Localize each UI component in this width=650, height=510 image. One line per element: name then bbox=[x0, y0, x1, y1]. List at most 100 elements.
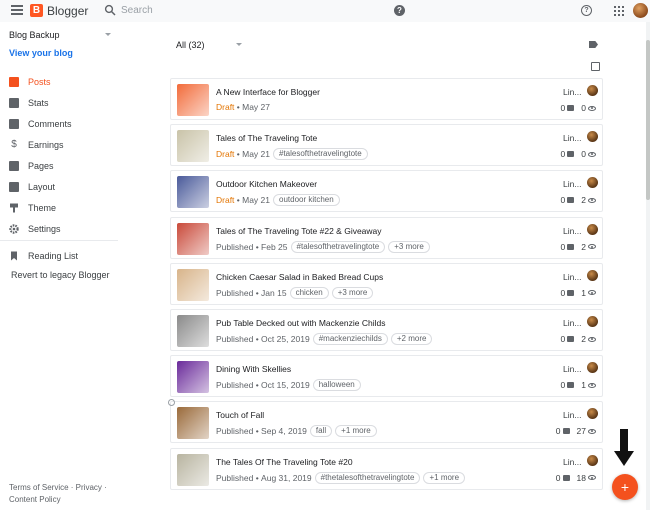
author-avatar bbox=[587, 131, 598, 143]
post-title[interactable]: Pub Table Decked out with Mackenzie Chil… bbox=[216, 318, 385, 328]
post-label-chip[interactable]: #mackenziechilds bbox=[312, 333, 388, 345]
label-icon[interactable] bbox=[589, 41, 598, 48]
sidebar-item-posts[interactable]: Posts bbox=[9, 75, 51, 89]
sidebar-item-reading-list[interactable]: Reading List bbox=[9, 249, 78, 263]
post-label-chip[interactable]: #talesofthetravelingtote bbox=[273, 148, 368, 161]
post-label-chip[interactable]: +1 more bbox=[335, 425, 377, 438]
stats-icon bbox=[9, 98, 19, 108]
post-title[interactable]: Tales of The Traveling Tote #22 & Giveaw… bbox=[216, 226, 382, 236]
post-thumbnail bbox=[177, 268, 209, 301]
sidebar-item-layout[interactable]: Layout bbox=[9, 180, 55, 194]
blog-selector[interactable]: Blog Backup bbox=[9, 30, 60, 40]
sidebar-item-label: Theme bbox=[28, 203, 57, 213]
comment-icon bbox=[567, 151, 575, 158]
post-author: Lin... bbox=[563, 364, 582, 375]
post-row[interactable]: Touch of Fall Published • Sep 4, 2019 fa… bbox=[170, 401, 603, 444]
post-status: Published bbox=[216, 287, 254, 298]
post-thumbnail bbox=[177, 176, 209, 209]
dollar-icon: $ bbox=[11, 139, 17, 150]
footer-links[interactable]: Terms of Service · Privacy · Content Pol… bbox=[9, 482, 121, 506]
post-author: Lin... bbox=[563, 179, 582, 190]
sidebar-item-theme[interactable]: Theme bbox=[9, 201, 56, 215]
sidebar-item-earnings[interactable]: $ Earnings bbox=[9, 138, 63, 152]
comment-icon bbox=[567, 197, 575, 204]
sidebar-item-label: Layout bbox=[28, 182, 56, 192]
post-row[interactable]: Pub Table Decked out with Mackenzie Chil… bbox=[170, 309, 603, 351]
post-date: May 21 bbox=[242, 195, 270, 206]
post-row[interactable]: Tales of The Traveling Tote #22 & Giveaw… bbox=[170, 216, 603, 259]
help-icon[interactable]: ? bbox=[394, 5, 405, 16]
account-avatar[interactable] bbox=[633, 3, 648, 18]
post-label-chip[interactable]: chicken bbox=[289, 286, 329, 299]
post-row[interactable]: Tales of The Traveling Tote Draft • May … bbox=[170, 124, 603, 167]
post-label-chip[interactable]: fall bbox=[309, 425, 333, 438]
post-meta: Published • Aug 31, 2019 #thetalesofthet… bbox=[216, 471, 466, 484]
sidebar-item-settings[interactable]: Settings bbox=[9, 222, 61, 236]
post-meta: Published • Feb 25 #talesofthetravelingt… bbox=[216, 240, 430, 253]
menu-icon[interactable] bbox=[11, 5, 23, 17]
comment-count: 0 bbox=[560, 287, 566, 298]
post-filter-dropdown[interactable]: All (32) bbox=[176, 40, 205, 50]
post-row[interactable]: Chicken Caesar Salad in Baked Bread Cups… bbox=[170, 262, 603, 305]
post-title[interactable]: The Tales Of The Traveling Tote #20 bbox=[216, 457, 353, 467]
post-title[interactable]: Dining With Skellies bbox=[216, 364, 291, 374]
sidebar-item-label: Reading List bbox=[28, 251, 79, 261]
gear-icon bbox=[9, 224, 19, 234]
view-blog-link[interactable]: View your blog bbox=[9, 48, 73, 58]
comment-count: 0 bbox=[555, 472, 561, 483]
eye-icon bbox=[588, 197, 596, 203]
comment-icon bbox=[567, 243, 575, 250]
meta-separator: • bbox=[253, 380, 262, 391]
post-meta: Published • Oct 15, 2019 halloween bbox=[216, 379, 361, 392]
post-date: Sep 4, 2019 bbox=[261, 426, 307, 437]
view-count: 0 bbox=[581, 103, 586, 113]
post-stats: 0 2 bbox=[561, 242, 596, 252]
author-avatar bbox=[587, 223, 598, 235]
sidebar-item-comments[interactable]: Comments bbox=[9, 117, 72, 131]
post-stats: 0 0 bbox=[561, 149, 596, 159]
sidebar-item-pages[interactable]: Pages bbox=[9, 159, 54, 173]
post-label-chip[interactable]: #thetalesofthetravelingtote bbox=[314, 471, 421, 484]
meta-separator: • bbox=[253, 287, 262, 298]
revert-legacy-link[interactable]: Revert to legacy Blogger bbox=[11, 270, 110, 280]
post-label-chip[interactable]: outdoor kitchen bbox=[273, 194, 340, 207]
comment-count: 0 bbox=[560, 334, 566, 344]
post-row[interactable]: A New Interface for Blogger Draft • May … bbox=[170, 78, 603, 120]
sidebar-item-stats[interactable]: Stats bbox=[9, 96, 49, 110]
post-status: Published bbox=[216, 241, 254, 252]
search-input[interactable]: Search bbox=[121, 5, 153, 16]
layout-icon bbox=[9, 182, 19, 192]
post-label-chip[interactable]: +3 more bbox=[331, 286, 374, 299]
post-status: Published bbox=[216, 426, 254, 437]
chevron-down-icon[interactable] bbox=[105, 33, 111, 36]
post-title[interactable]: Touch of Fall bbox=[216, 410, 264, 420]
post-title[interactable]: Chicken Caesar Salad in Baked Bread Cups bbox=[216, 272, 383, 282]
apps-grid-icon[interactable] bbox=[614, 6, 624, 16]
view-count: 2 bbox=[581, 195, 586, 206]
chevron-down-icon[interactable] bbox=[236, 43, 242, 46]
post-row[interactable]: Dining With Skellies Published • Oct 15,… bbox=[170, 355, 603, 398]
scrollbar-thumb[interactable] bbox=[646, 40, 650, 200]
author-avatar bbox=[587, 316, 598, 327]
post-title[interactable]: Outdoor Kitchen Makeover bbox=[216, 179, 317, 189]
post-label-chip[interactable]: +2 more bbox=[390, 333, 433, 345]
post-label-chip[interactable]: +3 more bbox=[388, 240, 430, 253]
search-icon[interactable] bbox=[104, 4, 116, 16]
sidebar-item-label: Stats bbox=[28, 98, 49, 108]
post-row[interactable]: The Tales Of The Traveling Tote #20 Publ… bbox=[170, 447, 603, 490]
meta-separator: • bbox=[253, 426, 262, 437]
comment-icon bbox=[567, 105, 575, 111]
post-title[interactable]: Tales of The Traveling Tote bbox=[216, 133, 317, 143]
help-outline-icon[interactable]: ? bbox=[581, 5, 592, 16]
post-title[interactable]: A New Interface for Blogger bbox=[216, 87, 320, 97]
comment-count: 0 bbox=[560, 380, 566, 391]
post-label-chip[interactable]: +1 more bbox=[423, 471, 466, 484]
post-meta: Draft • May 21 outdoor kitchen bbox=[216, 194, 340, 207]
post-label-chip[interactable]: #talesofthetravelingtote bbox=[290, 240, 386, 253]
new-post-button[interactable]: + bbox=[612, 474, 638, 500]
comment-icon bbox=[567, 382, 575, 389]
post-date: Aug 31, 2019 bbox=[261, 472, 312, 483]
post-row[interactable]: Outdoor Kitchen Makeover Draft • May 21 … bbox=[170, 170, 603, 213]
select-all-checkbox[interactable] bbox=[591, 62, 600, 71]
post-label-chip[interactable]: halloween bbox=[312, 379, 361, 392]
